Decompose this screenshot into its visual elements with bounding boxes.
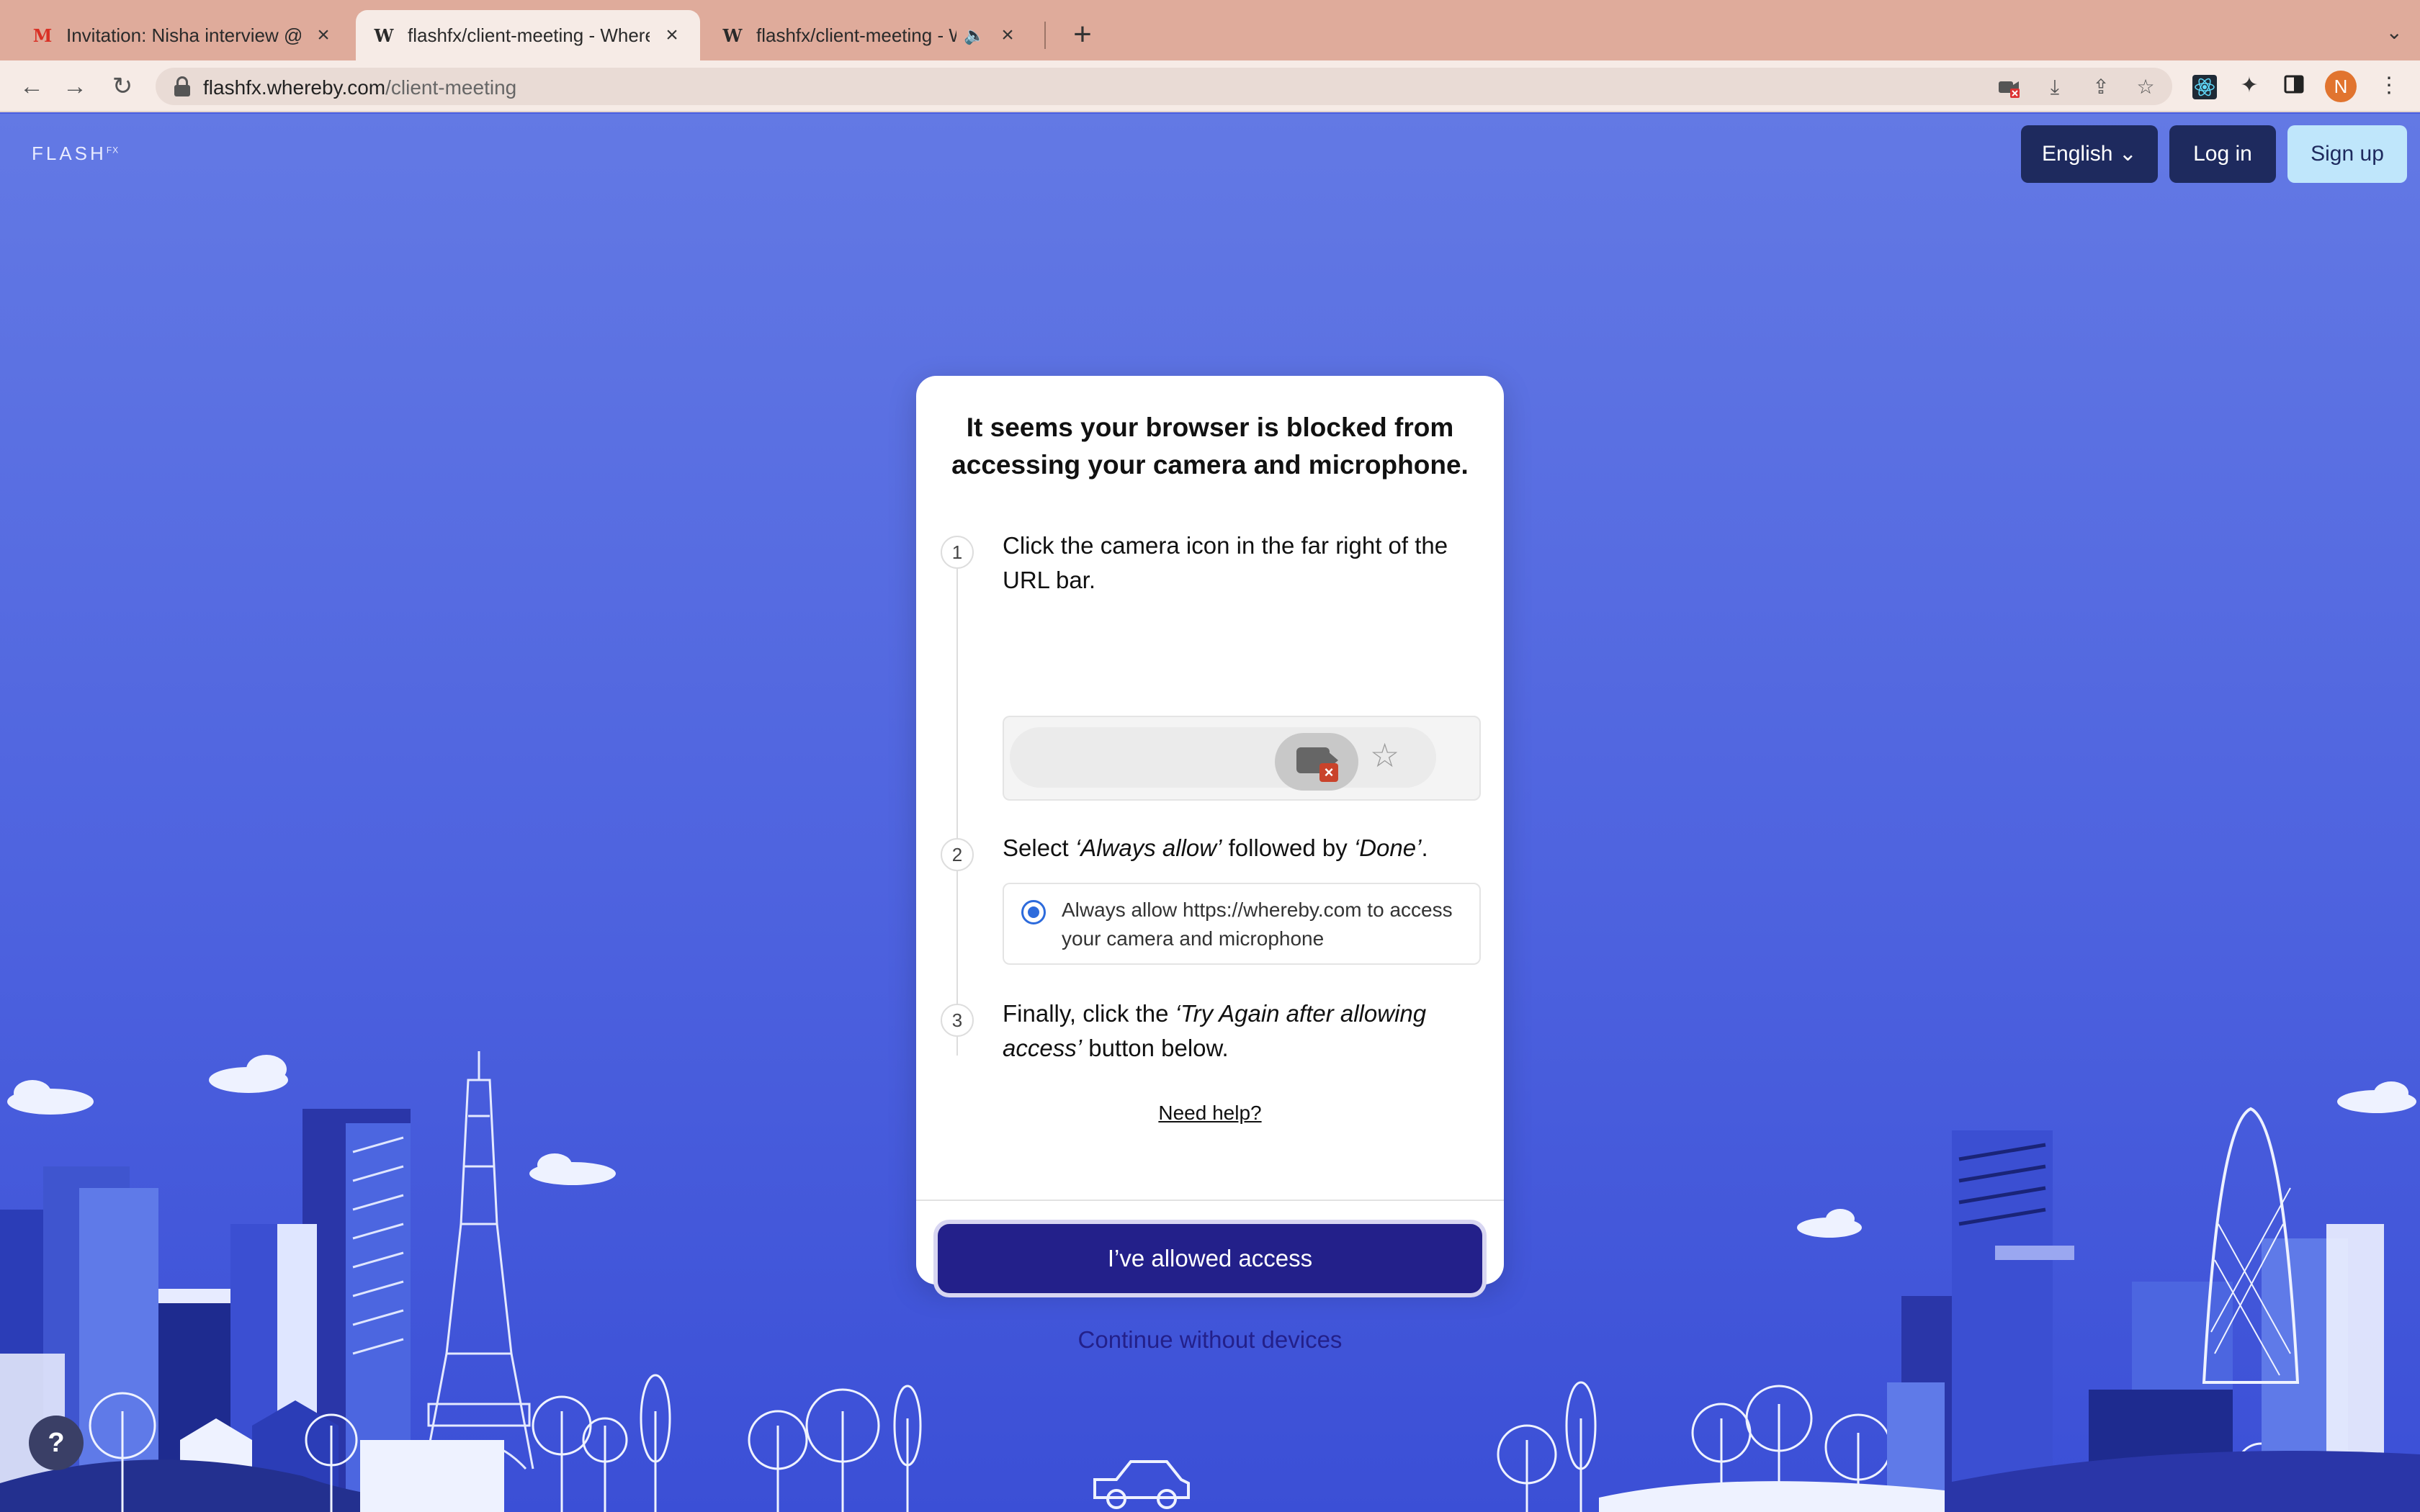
signup-button[interactable]: Sign up xyxy=(2287,125,2407,183)
reload-icon[interactable]: ↻ xyxy=(107,71,138,102)
camera-blocked-icon: × xyxy=(1275,733,1358,791)
tab-search-chevron-icon[interactable]: ⌄ xyxy=(2386,20,2403,44)
share-icon[interactable]: ⇪ xyxy=(2089,75,2113,99)
close-tab-icon[interactable]: × xyxy=(313,24,334,46)
step-2-always-allow: ‘Always allow’ xyxy=(1075,834,1222,861)
modal-title: It seems your browser is blocked from ac… xyxy=(951,413,1469,480)
always-allow-option: Always allow https://whereby.com to acce… xyxy=(1003,883,1481,965)
step-number-3: 3 xyxy=(941,1004,974,1037)
step-2-suffix: . xyxy=(1421,834,1428,861)
modal-divider xyxy=(916,1200,1504,1201)
browser-tab-gmail[interactable]: M Invitation: Nisha interview @ W × xyxy=(14,10,351,60)
login-button[interactable]: Log in xyxy=(2169,125,2276,183)
need-help-link[interactable]: Need help? xyxy=(916,1102,1504,1125)
step-2-mid: followed by xyxy=(1222,834,1354,861)
lock-icon[interactable] xyxy=(174,76,190,96)
whereby-page: FLASHFX English ⌄ Log in Sign up ? It se… xyxy=(0,114,2420,1512)
logo-text: FLASH xyxy=(32,143,107,164)
forward-arrow-icon[interactable]: → xyxy=(59,71,91,102)
permissions-blocked-modal: It seems your browser is blocked from ac… xyxy=(916,376,1504,1353)
step-3-text: Finally, click the ‘Try Again after allo… xyxy=(1003,996,1478,1066)
bookmark-star-icon[interactable]: ☆ xyxy=(2133,75,2158,99)
language-select[interactable]: English ⌄ xyxy=(2021,125,2158,183)
whereby-icon: W xyxy=(374,24,394,46)
car-icon xyxy=(1093,1460,1190,1509)
radio-selected-icon xyxy=(1021,900,1046,924)
url-text[interactable]: flashfx.whereby.com/client-meeting xyxy=(203,76,516,99)
url-host: flashfx.whereby.com xyxy=(203,76,386,99)
step-3-suffix: button below. xyxy=(1082,1035,1229,1061)
whereby-icon: W xyxy=(722,24,743,46)
browser-tab-whereby-active[interactable]: W flashfx/client-meeting - Where × xyxy=(356,10,700,60)
tab-title: flashfx/client-meeting - Where xyxy=(408,24,650,46)
back-arrow-icon[interactable]: ← xyxy=(16,71,48,102)
flashfx-logo[interactable]: FLASHFX xyxy=(32,143,119,165)
speaker-icon[interactable]: 🔈 xyxy=(964,25,985,46)
allowed-access-button[interactable]: I’ve allowed access xyxy=(938,1224,1482,1293)
star-icon: ☆ xyxy=(1370,737,1400,774)
eiffel-tower-icon xyxy=(424,1051,534,1470)
continue-without-devices-link[interactable]: Continue without devices xyxy=(916,1326,1504,1354)
tab-title: Invitation: Nisha interview @ W xyxy=(66,24,301,46)
browser-tab-strip: M Invitation: Nisha interview @ W × W fl… xyxy=(0,0,2420,60)
step-1-text: Click the camera icon in the far right o… xyxy=(1003,532,1448,593)
always-allow-label: Always allow https://whereby.com to acce… xyxy=(1062,899,1453,950)
profile-avatar[interactable]: N xyxy=(2325,71,2357,102)
side-panel-icon[interactable] xyxy=(2282,73,2306,98)
browser-toolbar: ← → ↻ flashfx.whereby.com/client-meeting… xyxy=(0,60,2420,112)
browser-menu-icon[interactable]: ⋮ xyxy=(2377,73,2401,98)
browser-tab-whereby[interactable]: W flashfx/client-meeting - Wi 🔈 × xyxy=(704,10,1036,60)
tab-title: flashfx/client-meeting - Wi xyxy=(756,24,956,46)
react-devtools-icon[interactable] xyxy=(2192,75,2217,99)
step-number-2: 2 xyxy=(941,838,974,871)
language-label: English xyxy=(2042,142,2113,166)
step-3-prefix: Finally, click the xyxy=(1003,1000,1175,1027)
chevron-down-icon: ⌄ xyxy=(2118,142,2137,166)
step-number-1: 1 xyxy=(941,536,974,569)
new-tab-plus-icon[interactable]: + xyxy=(1065,17,1101,53)
step-2-done: ‘Done’ xyxy=(1353,834,1422,861)
help-button[interactable]: ? xyxy=(29,1416,84,1470)
logo-superscript: FX xyxy=(106,145,120,156)
address-bar[interactable]: flashfx.whereby.com/client-meeting ⤓ ⇪ ☆ xyxy=(156,68,2172,105)
camera-blocked-icon[interactable] xyxy=(1996,75,2021,99)
extensions-puzzle-icon[interactable]: ✦ xyxy=(2237,73,2262,98)
close-tab-icon[interactable]: × xyxy=(661,24,683,46)
install-app-icon[interactable]: ⤓ xyxy=(2043,75,2067,99)
url-bar-illustration: × ☆ xyxy=(1003,716,1481,801)
step-2-text: Select ‘Always allow’ followed by ‘Done’… xyxy=(1003,831,1478,865)
close-tab-icon[interactable]: × xyxy=(997,24,1018,46)
steps-connector-line xyxy=(956,552,958,1056)
url-path: /client-meeting xyxy=(385,76,517,99)
tab-separator xyxy=(1044,22,1046,49)
gmail-icon: M xyxy=(32,24,53,46)
step-2-prefix: Select xyxy=(1003,834,1075,861)
